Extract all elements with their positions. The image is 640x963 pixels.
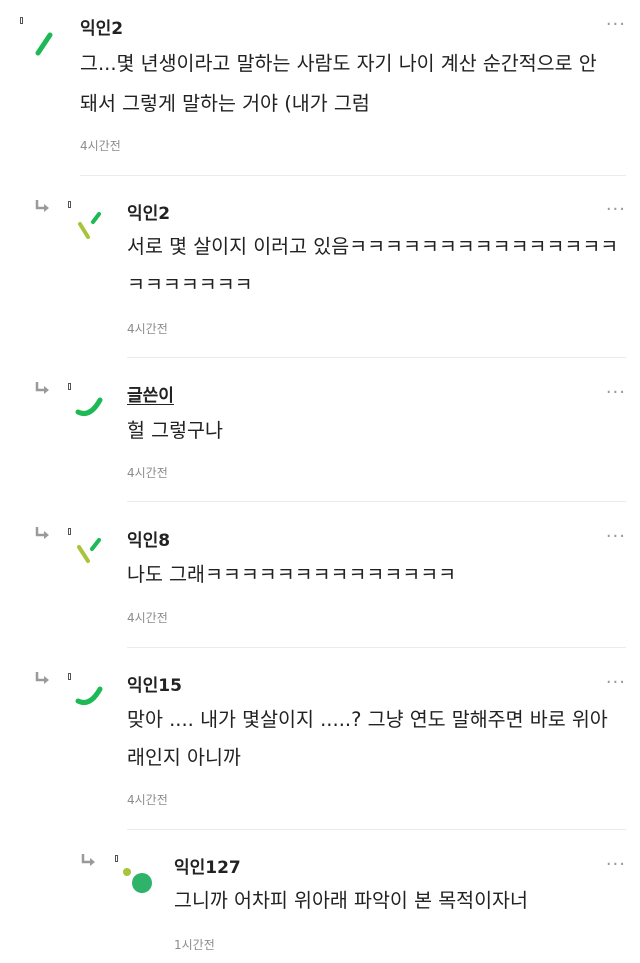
avatar[interactable] xyxy=(74,682,114,722)
comment-text-line: 맞아 .... 내가 몇살이지 .....? 그냥 연도 말해주면 바로 위아 xyxy=(127,708,608,731)
divider xyxy=(127,647,626,648)
comment-text-line: 그...몇 년생이라고 말하는 사람도 자기 나이 계산 순간적으로 안 xyxy=(80,52,597,75)
tiny-marker-icon xyxy=(68,528,71,535)
comment-text-line: 그니까 어차피 위아래 파악이 본 목적이자너 xyxy=(174,889,528,912)
comment-author[interactable]: 익인2 xyxy=(80,14,123,39)
comment-time: 4시간전 xyxy=(127,793,168,807)
comment-text-line: 돼서 그렇게 말하는 거야 (내가 그럼 xyxy=(80,92,370,115)
tiny-marker-icon xyxy=(68,201,71,208)
comment-author[interactable]: 글쓴이 xyxy=(127,381,174,406)
comment-time: 1시간전 xyxy=(174,938,215,952)
comment-author[interactable]: 익인8 xyxy=(127,526,170,551)
avatar[interactable] xyxy=(74,537,114,577)
reply-arrow-icon xyxy=(35,527,49,539)
reply-arrow-icon xyxy=(35,382,49,394)
comment-text-line: 서로 몇 살이지 이러고 있음ㅋㅋㅋㅋㅋㅋㅋㅋㅋㅋㅋㅋㅋㅋㅋ xyxy=(127,235,619,258)
more-options-icon[interactable]: ··· xyxy=(606,528,626,546)
more-options-icon[interactable]: ··· xyxy=(606,201,626,219)
comment-author[interactable]: 익인2 xyxy=(127,199,170,224)
divider xyxy=(80,175,626,176)
tiny-marker-icon xyxy=(20,17,23,24)
comment-time: 4시간전 xyxy=(127,466,168,480)
more-options-icon[interactable]: ··· xyxy=(606,674,626,692)
more-options-icon[interactable]: ··· xyxy=(606,856,626,874)
more-options-icon[interactable]: ··· xyxy=(606,384,626,402)
comment-text-line: 헐 그렇구나 xyxy=(127,419,223,442)
reply-arrow-icon xyxy=(35,200,49,212)
avatar[interactable] xyxy=(74,210,114,250)
comment-time: 4시간전 xyxy=(127,611,168,625)
tiny-marker-icon xyxy=(115,855,118,862)
avatar[interactable] xyxy=(28,28,68,68)
comment-text-line: ㅋㅋㅋㅋㅋㅋㅋ xyxy=(127,273,253,296)
comment-author[interactable]: 익인15 xyxy=(127,671,182,696)
tiny-marker-icon xyxy=(68,673,71,680)
divider xyxy=(127,357,626,358)
reply-arrow-icon xyxy=(81,854,95,866)
reply-arrow-icon xyxy=(35,672,49,684)
comment-time: 4시간전 xyxy=(80,139,121,153)
divider xyxy=(127,501,626,502)
comment-author[interactable]: 익인127 xyxy=(174,853,241,878)
tiny-marker-icon xyxy=(68,383,71,390)
comment-text-line: 나도 그래ㅋㅋㅋㅋㅋㅋㅋㅋㅋㅋㅋㅋㅋㅋ xyxy=(127,563,457,586)
avatar[interactable] xyxy=(74,392,114,432)
more-options-icon[interactable]: ··· xyxy=(606,16,626,34)
avatar[interactable] xyxy=(116,862,156,902)
comment-text-line: 래인지 아니까 xyxy=(127,746,241,769)
comment-time: 4시간전 xyxy=(127,322,168,336)
divider xyxy=(127,829,626,830)
